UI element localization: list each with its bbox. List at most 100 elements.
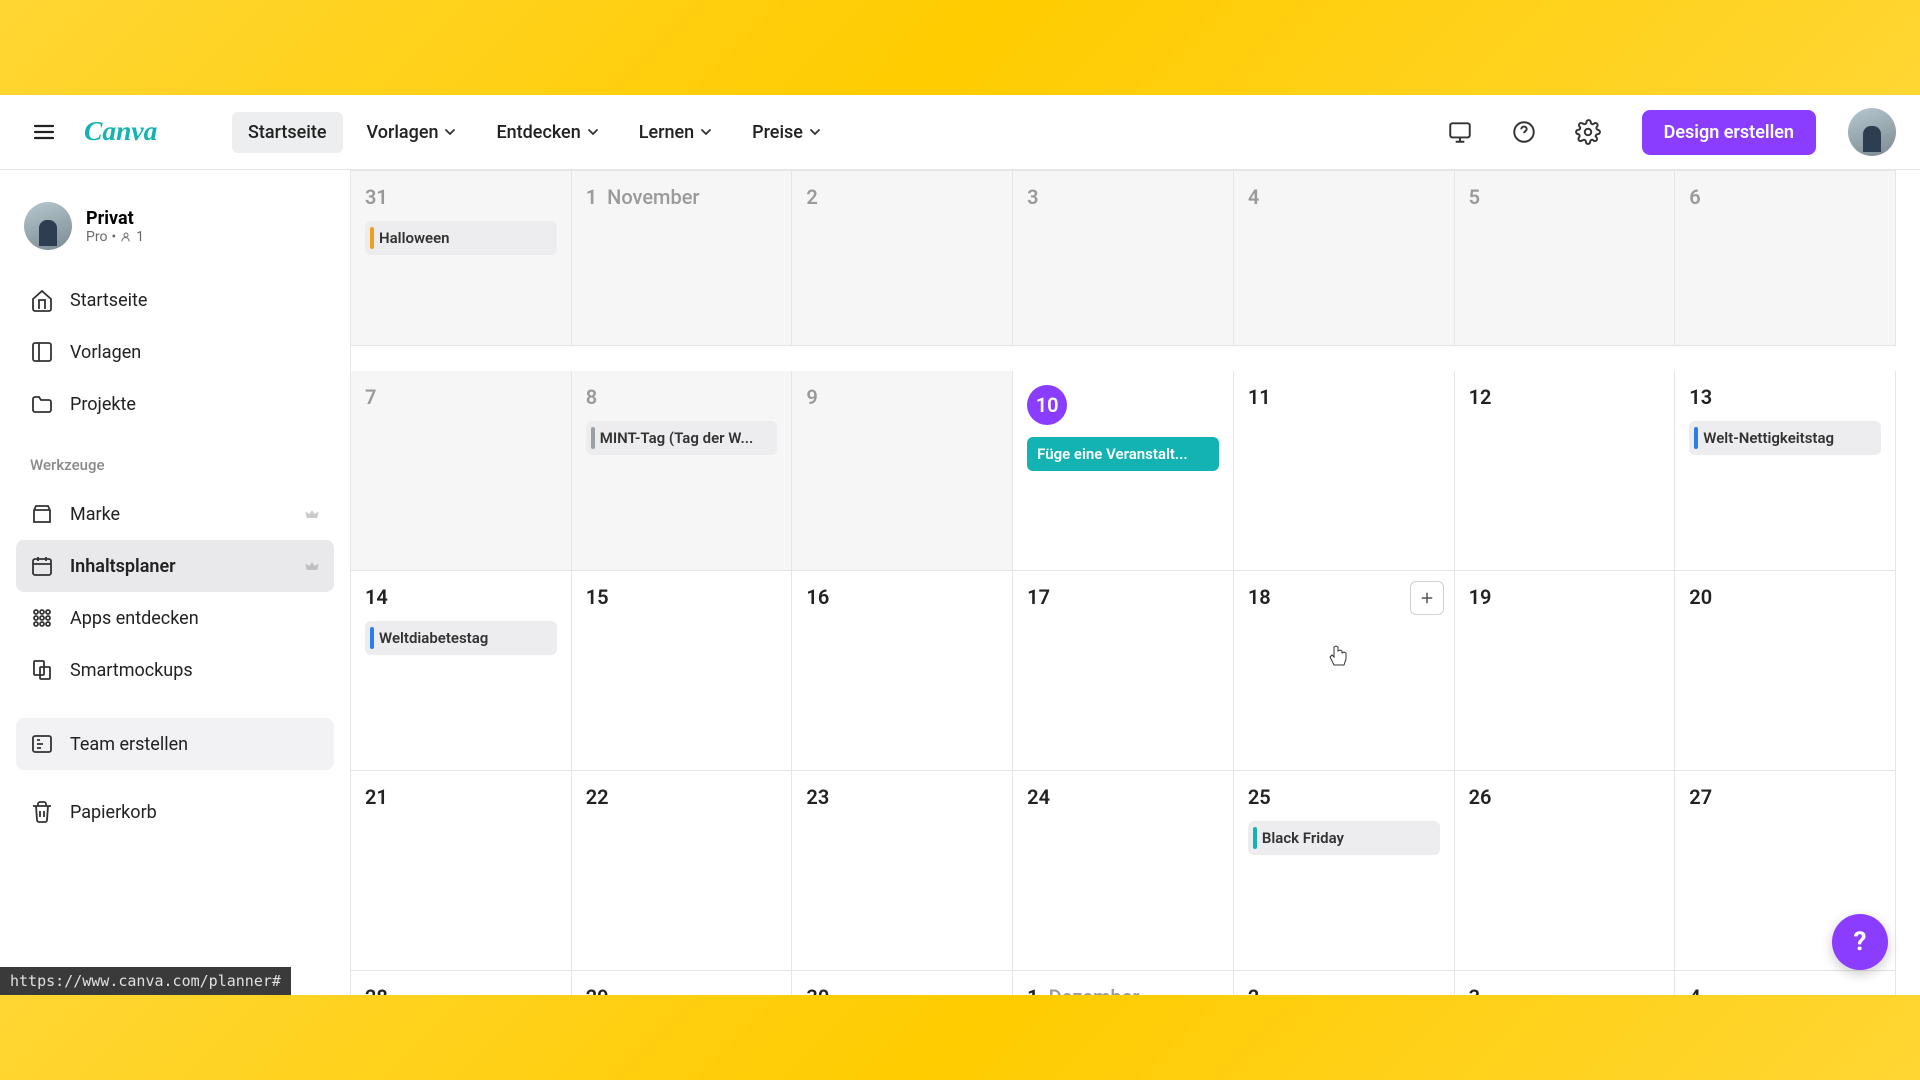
sidebar-item-planner[interactable]: Inhaltsplaner bbox=[16, 540, 334, 592]
day-number: 6 bbox=[1689, 185, 1881, 209]
crown-icon bbox=[304, 506, 320, 522]
nav-discover[interactable]: Entdecken bbox=[480, 112, 614, 153]
calendar-cell[interactable]: 24 bbox=[1013, 771, 1234, 971]
sidebar-item-home[interactable]: Startseite bbox=[16, 274, 334, 326]
decorative-banner-top bbox=[0, 0, 1920, 95]
calendar-cell[interactable]: 16 bbox=[792, 571, 1013, 771]
calendar-cell[interactable]: 23 bbox=[792, 771, 1013, 971]
month-label: November bbox=[607, 185, 699, 209]
calendar-cell[interactable]: 1Dezember bbox=[1013, 971, 1234, 995]
calendar-event[interactable]: Weltdiabetestag bbox=[365, 621, 557, 655]
day-number: 22 bbox=[586, 785, 778, 809]
sidebar-item-templates[interactable]: Vorlagen bbox=[16, 326, 334, 378]
hamburger-icon bbox=[32, 120, 56, 144]
menu-toggle-button[interactable] bbox=[24, 112, 64, 152]
monitor-icon bbox=[1447, 119, 1473, 145]
day-number: 13 bbox=[1689, 385, 1881, 409]
calendar-cell[interactable]: 7 bbox=[351, 371, 572, 571]
calendar-event[interactable]: Füge eine Veranstalt... bbox=[1027, 437, 1219, 471]
topbar: Canva Startseite Vorlagen EntdeckenLernenP… bbox=[0, 95, 1920, 170]
day-number: 1Dezember bbox=[1027, 985, 1219, 995]
sidebar-item-smartmockups[interactable]: Smartmockups bbox=[16, 644, 334, 696]
calendar-cell[interactable]: 5 bbox=[1455, 171, 1676, 346]
nav-label: Startseite bbox=[248, 122, 327, 143]
sidebar-create-team[interactable]: Team erstellen bbox=[16, 718, 334, 770]
sidebar-profile[interactable]: Privat Pro • 1 bbox=[16, 194, 334, 270]
calendar-event[interactable]: Welt-Nettigkeitstag bbox=[1689, 421, 1881, 455]
calendar-cell[interactable]: 4 bbox=[1234, 171, 1455, 346]
calendar-cell[interactable]: 28 bbox=[351, 971, 572, 995]
nav-templates[interactable]: Vorlagen bbox=[351, 112, 473, 153]
calendar-cell[interactable]: 25 Black Friday bbox=[1234, 771, 1455, 971]
add-event-button[interactable] bbox=[1410, 581, 1444, 615]
templates-icon bbox=[30, 340, 54, 364]
calendar-cell[interactable]: 12 bbox=[1455, 371, 1676, 571]
person-icon bbox=[120, 231, 132, 243]
day-number: 9 bbox=[806, 385, 998, 409]
canva-logo[interactable]: Canva bbox=[84, 114, 194, 150]
create-design-button[interactable]: Design erstellen bbox=[1642, 110, 1816, 155]
calendar-cell[interactable]: 30 bbox=[792, 971, 1013, 995]
calendar-cell[interactable]: 22 bbox=[572, 771, 793, 971]
day-number: 27 bbox=[1689, 785, 1881, 809]
calendar-cell[interactable]: 26 bbox=[1455, 771, 1676, 971]
svg-text:Canva: Canva bbox=[84, 116, 158, 146]
sidebar-section-tools: Werkzeuge bbox=[16, 434, 334, 484]
desktop-app-button[interactable] bbox=[1438, 110, 1482, 154]
sidebar-item-label: Papierkorb bbox=[70, 802, 157, 823]
calendar-cell[interactable]: 4 bbox=[1675, 971, 1896, 995]
sidebar-item-brand[interactable]: Marke bbox=[16, 488, 334, 540]
calendar-event[interactable]: MINT-Tag (Tag der W... bbox=[586, 421, 778, 455]
calendar: 31Halloween1November2345678MINT-Tag (Tag… bbox=[350, 170, 1920, 995]
settings-button[interactable] bbox=[1566, 110, 1610, 154]
user-avatar[interactable] bbox=[1848, 108, 1896, 156]
calendar-event[interactable]: Black Friday bbox=[1248, 821, 1440, 855]
calendar-cell[interactable]: 19 bbox=[1455, 571, 1676, 771]
calendar-cell[interactable]: 6 bbox=[1675, 171, 1896, 346]
profile-name: Privat bbox=[86, 208, 144, 229]
calendar-cell[interactable]: 11 bbox=[1234, 371, 1455, 571]
calendar-cell[interactable]: 17 bbox=[1013, 571, 1234, 771]
calendar-cell[interactable]: 3 bbox=[1455, 971, 1676, 995]
nav-label: Vorlagen bbox=[367, 122, 439, 143]
nav-prices[interactable]: Preise bbox=[736, 112, 837, 153]
calendar-cell[interactable]: 21 bbox=[351, 771, 572, 971]
plus-icon bbox=[1418, 589, 1436, 607]
sidebar-item-apps[interactable]: Apps entdecken bbox=[16, 592, 334, 644]
decorative-banner-bottom bbox=[0, 995, 1920, 1080]
calendar-cell[interactable]: 9 bbox=[792, 371, 1013, 571]
calendar-cell[interactable]: 3 bbox=[1013, 171, 1234, 346]
calendar-cell[interactable]: 13 Welt-Nettigkeitstag bbox=[1675, 371, 1896, 571]
sidebar-item-label: Vorlagen bbox=[70, 342, 141, 363]
calendar-cell[interactable]: 2 bbox=[1234, 971, 1455, 995]
calendar-cell[interactable]: 14 Weltdiabetestag bbox=[351, 571, 572, 771]
calendar-cell[interactable]: 2 bbox=[792, 171, 1013, 346]
folder-icon bbox=[30, 392, 54, 416]
day-number: 8 bbox=[586, 385, 778, 409]
sidebar-item-label: Inhaltsplaner bbox=[70, 556, 176, 577]
calendar-cell[interactable]: 31Halloween bbox=[351, 171, 572, 346]
calendar-cell[interactable]: 15 bbox=[572, 571, 793, 771]
calendar-event[interactable]: Halloween bbox=[365, 221, 557, 255]
day-number: 12 bbox=[1469, 385, 1661, 409]
calendar-cell[interactable]: 20 bbox=[1675, 571, 1896, 771]
calendar-cell[interactable]: 8 MINT-Tag (Tag der W... bbox=[572, 371, 793, 571]
help-button[interactable] bbox=[1502, 110, 1546, 154]
sidebar-trash[interactable]: Papierkorb bbox=[16, 786, 334, 838]
calendar-cell[interactable]: 1November bbox=[572, 171, 793, 346]
day-number: 25 bbox=[1248, 785, 1440, 809]
day-number: 1November bbox=[586, 185, 778, 209]
sidebar-item-label: Smartmockups bbox=[70, 660, 193, 681]
topbar-nav: Startseite Vorlagen EntdeckenLernenPreise bbox=[232, 112, 837, 153]
day-number: 14 bbox=[365, 585, 557, 609]
day-number: 15 bbox=[586, 585, 778, 609]
nav-home[interactable]: Startseite bbox=[232, 112, 343, 153]
sidebar: Privat Pro • 1 Startseite Vorlagen Projekt… bbox=[0, 170, 350, 995]
sidebar-item-projects[interactable]: Projekte bbox=[16, 378, 334, 430]
day-number: 4 bbox=[1248, 185, 1440, 209]
help-fab[interactable]: ? bbox=[1832, 914, 1888, 970]
nav-learn[interactable]: Lernen bbox=[623, 112, 728, 153]
calendar-cell[interactable]: 18 bbox=[1234, 571, 1455, 771]
calendar-cell[interactable]: 29 bbox=[572, 971, 793, 995]
calendar-cell[interactable]: 10Füge eine Veranstalt... bbox=[1013, 371, 1234, 571]
